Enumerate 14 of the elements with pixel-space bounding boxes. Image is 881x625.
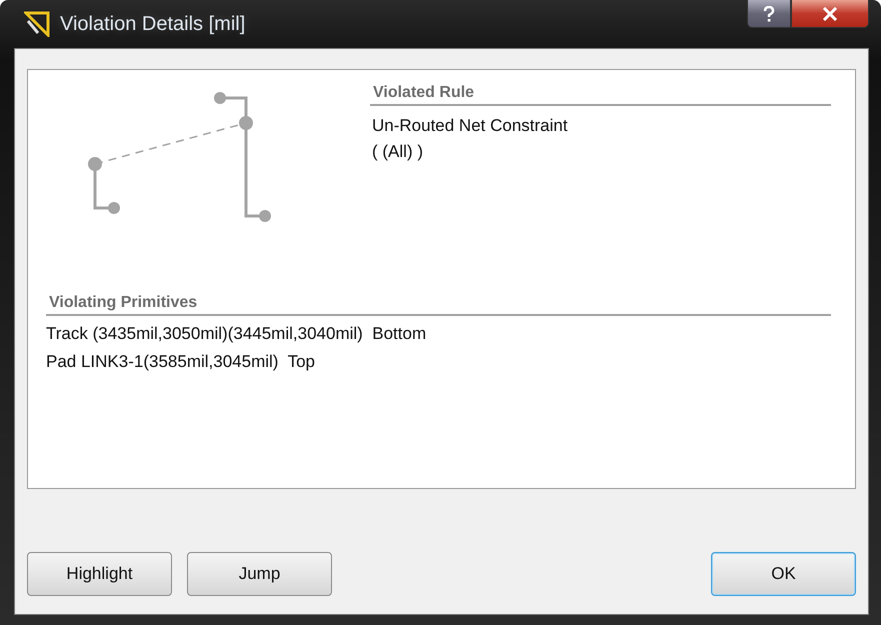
window-title: Violation Details [mil] bbox=[60, 12, 246, 36]
close-icon bbox=[822, 6, 838, 20]
rule-text: ( (All) ) bbox=[371, 142, 424, 162]
rule-text: Un-Routed Net Constraint bbox=[371, 116, 569, 136]
help-button[interactable] bbox=[747, 0, 791, 28]
section-heading: Violating Primitives bbox=[46, 294, 831, 316]
primitive-item[interactable]: Pad LINK3-1(3585mil,3045mil) Top bbox=[46, 352, 831, 372]
help-icon bbox=[763, 6, 775, 22]
dialog-button[interactable]: Jump bbox=[187, 552, 332, 596]
close-button[interactable] bbox=[791, 0, 869, 28]
dialog-button[interactable]: OK bbox=[711, 552, 856, 596]
primitive-item[interactable]: Track (3435mil,3050mil)(3445mil,3040mil) Bottom bbox=[46, 324, 831, 344]
section-heading: Violated Rule bbox=[370, 84, 831, 106]
dialog-button[interactable]: Highlight bbox=[27, 552, 172, 596]
